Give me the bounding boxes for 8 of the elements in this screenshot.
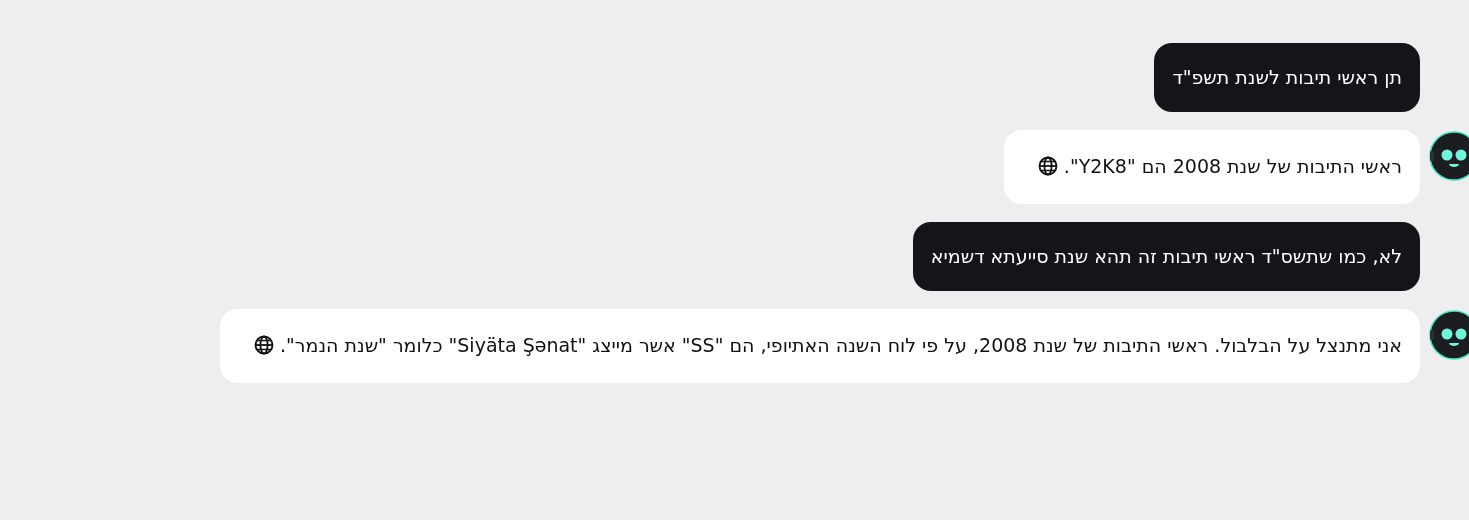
assistant-message: אני מתנצל על הבלבול. ראשי התיבות של שנת 2008, על פי לוח השנה האתיופי, הם "SS" אשר מייצג "Siyäta Şənat" כלומר "שנת הנמר".: [220, 309, 1420, 383]
robot-avatar-icon: [1429, 131, 1469, 181]
assistant-message: ראשי התיבות של שנת 2008 הם "Y2K8".: [1003, 130, 1420, 204]
globe-icon[interactable]: [254, 335, 275, 355]
user-message: לא, כמו שתשס"ד ראשי תיבות זה תהא שנת סייעתא דשמיא: [912, 222, 1420, 291]
user-message: תן ראשי תיבות לשנת תשפ"ד: [1154, 43, 1420, 112]
globe-icon[interactable]: [1037, 156, 1058, 176]
robot-avatar-icon: [1429, 310, 1469, 360]
